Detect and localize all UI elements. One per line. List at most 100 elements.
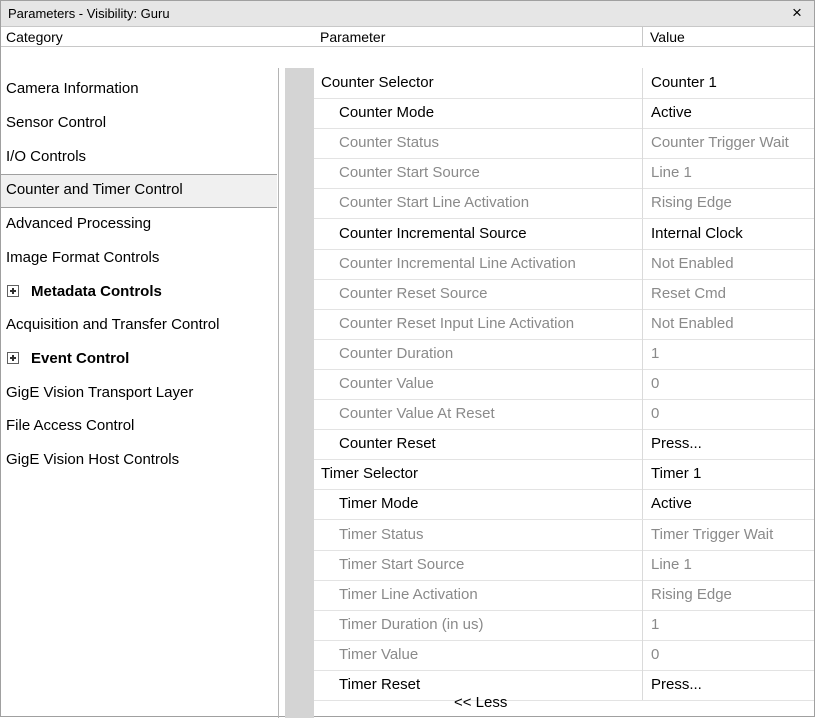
parameter-name: Timer Value <box>339 645 419 663</box>
category-item[interactable]: Image Format Controls <box>6 244 159 272</box>
parameter-row[interactable]: Counter Duration 1 <box>314 338 814 370</box>
parameter-value[interactable]: Internal Clock <box>651 225 743 242</box>
parameter-row[interactable]: Counter Value At Reset 0 <box>314 399 814 431</box>
category-item[interactable]: Event Control <box>6 345 129 373</box>
column-divider <box>642 369 643 399</box>
category-label: Image Format Controls <box>6 249 160 266</box>
column-divider <box>642 609 643 640</box>
category-item[interactable]: Counter and Timer Control <box>6 176 183 204</box>
parameter-row[interactable]: Counter Reset Input Line Activation Not E… <box>314 308 814 340</box>
parameter-row[interactable]: Counter Reset Press... <box>314 429 814 461</box>
parameter-name: Timer Mode <box>339 495 419 513</box>
column-divider <box>642 639 643 670</box>
parameter-value[interactable]: Counter 1 <box>651 74 717 91</box>
expand-plus-icon[interactable] <box>7 352 19 364</box>
parameter-row[interactable]: Counter Selector Counter 1 <box>314 68 814 99</box>
parameter-value: Rising Edge <box>651 194 732 212</box>
column-divider <box>642 158 643 189</box>
header-divider[interactable] <box>642 27 643 47</box>
category-item[interactable]: Camera Information <box>6 75 139 103</box>
category-label: Sensor Control <box>6 114 107 131</box>
parameter-value: 0 <box>651 375 660 392</box>
parameter-value[interactable]: Press... <box>651 435 702 452</box>
category-item[interactable]: File Access Control <box>6 412 134 440</box>
category-column-header[interactable]: Category <box>6 29 63 45</box>
category-item[interactable]: GigE Vision Host Controls <box>6 446 179 474</box>
parameter-name: Timer Status <box>339 525 424 543</box>
parameter-value: Line 1 <box>651 555 692 573</box>
parameter-name: Counter Status <box>339 134 440 152</box>
category-label: Acquisition and Transfer Control <box>6 316 220 333</box>
column-divider <box>642 278 643 309</box>
parameter-row[interactable]: Timer Mode Active <box>314 489 814 521</box>
expand-plus-icon[interactable] <box>7 285 19 297</box>
parameter-grid: Counter Selector Counter 1 Counter Mode Act… <box>314 68 814 718</box>
parameter-value: 0 <box>651 645 660 663</box>
parameter-value: Not Enabled <box>651 254 734 272</box>
parameter-value: Rising Edge <box>651 585 732 603</box>
parameter-row[interactable]: Timer Duration (in us) 1 <box>314 609 814 641</box>
parameter-name: Timer Line Activation <box>339 585 478 603</box>
parameters-window: Parameters - Visibility: Guru × Category… <box>0 0 815 718</box>
parameter-row[interactable]: Timer Value 0 <box>314 639 814 671</box>
parameter-name: Counter Mode <box>339 104 435 122</box>
column-divider <box>642 218 643 249</box>
parameter-row[interactable]: Counter Reset Source Reset Cmd <box>314 278 814 310</box>
parameter-value: 1 <box>651 615 660 633</box>
category-item[interactable]: I/O Controls <box>6 143 86 171</box>
parameter-row[interactable]: Counter Incremental Line Activation Not E… <box>314 248 814 280</box>
parameter-row[interactable]: Counter Mode Active <box>314 98 814 130</box>
parameter-value[interactable]: Active <box>651 495 692 512</box>
category-item[interactable]: Advanced Processing <box>6 210 151 238</box>
parameter-row[interactable]: Timer Start Source Line 1 <box>314 549 814 581</box>
parameter-row[interactable]: Counter Start Source Line 1 <box>314 158 814 190</box>
category-label: Advanced Processing <box>6 215 152 232</box>
category-item[interactable]: Acquisition and Transfer Control <box>6 311 219 339</box>
parameter-name: Counter Selector <box>321 74 434 91</box>
parameter-row[interactable]: Counter Value 0 <box>314 369 814 400</box>
parameter-row[interactable]: Counter Incremental Source Internal Clock <box>314 218 814 250</box>
parameter-value: 0 <box>651 405 660 423</box>
parameter-name: Timer Start Source <box>339 555 465 573</box>
category-label: GigE Vision Host Controls <box>6 451 180 468</box>
parameter-name: Counter Reset Input Line Activation <box>339 314 575 332</box>
parameter-value[interactable]: Press... <box>651 676 702 693</box>
parameter-name: Counter Start Source <box>339 164 480 182</box>
parameter-row[interactable]: Timer Line Activation Rising Edge <box>314 579 814 611</box>
value-column-header[interactable]: Value <box>650 29 685 45</box>
parameter-row[interactable]: Counter Status Counter Trigger Wait <box>314 128 814 160</box>
category-item[interactable]: Metadata Controls <box>6 278 162 306</box>
column-divider <box>642 128 643 159</box>
less-link[interactable]: << Less <box>454 694 507 711</box>
category-label: Counter and Timer Control <box>6 181 183 198</box>
column-divider <box>642 429 643 460</box>
parameter-value[interactable]: Timer 1 <box>651 465 701 482</box>
parameter-row[interactable]: Counter Start Line Activation Rising Edge <box>314 188 814 220</box>
column-divider <box>642 670 643 700</box>
parameter-row[interactable]: Timer Reset Press... <box>314 670 814 701</box>
category-label: Metadata Controls <box>31 283 162 300</box>
column-divider <box>642 579 643 610</box>
parameter-value[interactable]: Active <box>651 104 692 121</box>
parameter-name: Counter Reset Source <box>339 284 488 302</box>
category-label: File Access Control <box>6 417 135 434</box>
parameter-name: Counter Incremental Line Activation <box>339 254 576 272</box>
parameter-name: Counter Value <box>339 375 434 392</box>
parameter-row[interactable]: Timer Selector Timer 1 <box>314 459 814 491</box>
column-divider <box>642 549 643 580</box>
column-divider <box>642 98 643 129</box>
parameter-column-header[interactable]: Parameter <box>320 29 385 45</box>
column-divider <box>642 188 643 219</box>
parameter-row[interactable]: Timer Status Timer Trigger Wait <box>314 519 814 551</box>
column-divider <box>642 338 643 369</box>
category-label: Camera Information <box>6 80 139 97</box>
column-divider <box>642 248 643 279</box>
column-divider <box>642 519 643 550</box>
column-divider <box>642 399 643 430</box>
column-header-bar: Category Parameter Value <box>1 27 814 47</box>
category-item[interactable]: Sensor Control <box>6 109 106 137</box>
category-label: I/O Controls <box>6 148 87 165</box>
parameter-name: Timer Duration (in us) <box>339 615 484 633</box>
close-icon[interactable]: × <box>786 2 808 24</box>
category-item[interactable]: GigE Vision Transport Layer <box>6 379 193 407</box>
